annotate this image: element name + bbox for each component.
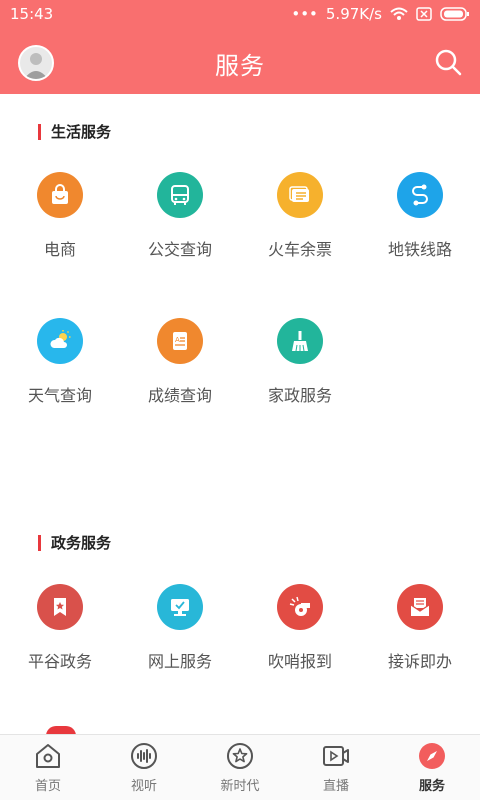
service-label: 公交查询	[147, 240, 212, 259]
service-item-grades[interactable]: A 成绩查询	[120, 318, 240, 406]
section-title-government: 政务服务	[38, 532, 111, 553]
wifi-icon	[390, 7, 408, 20]
service-item-train-ticket[interactable]: 火车余票	[240, 172, 360, 260]
nav-item-audiovisual[interactable]: 视听	[96, 735, 192, 800]
service-label: 平谷政务	[27, 652, 92, 671]
service-item-housekeeping[interactable]: 家政服务	[240, 318, 360, 406]
audio-wave-icon	[131, 743, 157, 769]
service-item-weather[interactable]: 天气查询	[0, 318, 120, 406]
service-label: 接诉即办	[387, 652, 452, 671]
nav-label: 首页	[34, 779, 61, 794]
section-title-text: 政务服务	[51, 534, 112, 552]
nav-item-services[interactable]: 服务	[384, 735, 480, 800]
mail-icon	[397, 584, 443, 630]
bus-icon	[157, 172, 203, 218]
service-content[interactable]: 生活服务 电商 公交查询 火车余票 地铁线路 天气查询 A 成绩查询 家政服务 …	[0, 94, 480, 734]
bookmark-star-icon	[37, 584, 83, 630]
report-icon: A	[157, 318, 203, 364]
service-label: 地铁线路	[387, 240, 452, 259]
search-icon[interactable]	[434, 48, 462, 76]
nav-item-new-era[interactable]: 新时代	[192, 735, 288, 800]
battery-icon	[440, 7, 469, 21]
service-label: 成绩查询	[147, 386, 212, 405]
service-item-online-service[interactable]: 网上服务	[120, 584, 240, 672]
section-title-text: 生活服务	[51, 123, 112, 141]
section-accent-bar	[38, 123, 41, 140]
ticket-icon	[277, 172, 323, 218]
section-title-life: 生活服务	[38, 121, 111, 142]
section-accent-bar	[38, 534, 41, 551]
svg-text:A: A	[175, 336, 180, 344]
service-label: 网上服务	[147, 652, 212, 671]
weather-icon	[37, 318, 83, 364]
nav-item-live[interactable]: 直播	[288, 735, 384, 800]
sim-icon	[416, 7, 432, 21]
network-speed: 5.97K/s	[325, 5, 382, 23]
service-item-whistle[interactable]: 吹哨报到	[240, 584, 360, 672]
monitor-check-icon	[157, 584, 203, 630]
star-circle-icon	[227, 743, 253, 769]
compass-icon	[419, 743, 445, 769]
broom-icon	[277, 318, 323, 364]
service-item-ecommerce[interactable]: 电商	[0, 172, 120, 260]
shopping-bag-icon	[37, 172, 83, 218]
service-label: 火车余票	[267, 240, 332, 259]
nav-item-home[interactable]: 首页	[0, 735, 96, 800]
signal-dots-icon: •••	[291, 5, 318, 23]
service-item-pinggu-gov[interactable]: 平谷政务	[0, 584, 120, 672]
service-label: 电商	[43, 240, 76, 259]
nav-label: 新时代	[220, 779, 260, 794]
nav-label: 直播	[322, 779, 349, 794]
nav-label: 服务	[418, 779, 445, 794]
video-icon	[323, 746, 349, 766]
service-label: 吹哨报到	[267, 652, 332, 671]
home-icon	[36, 744, 60, 768]
whistle-icon	[277, 584, 323, 630]
service-item-subway[interactable]: 地铁线路	[360, 172, 480, 260]
app-header: 服务	[0, 28, 480, 94]
next-item-peek	[46, 726, 76, 734]
service-label: 天气查询	[27, 386, 92, 405]
bottom-nav: 首页 视听 新时代 直播 服务	[0, 734, 480, 800]
service-item-bus[interactable]: 公交查询	[120, 172, 240, 260]
service-item-complaint[interactable]: 接诉即办	[360, 584, 480, 672]
service-label: 家政服务	[267, 386, 332, 405]
nav-label: 视听	[130, 779, 157, 794]
status-bar: 15:43 ••• 5.97K/s	[0, 0, 480, 28]
page-title: 服务	[215, 52, 265, 80]
route-icon	[397, 172, 443, 218]
status-time: 15:43	[10, 5, 54, 23]
